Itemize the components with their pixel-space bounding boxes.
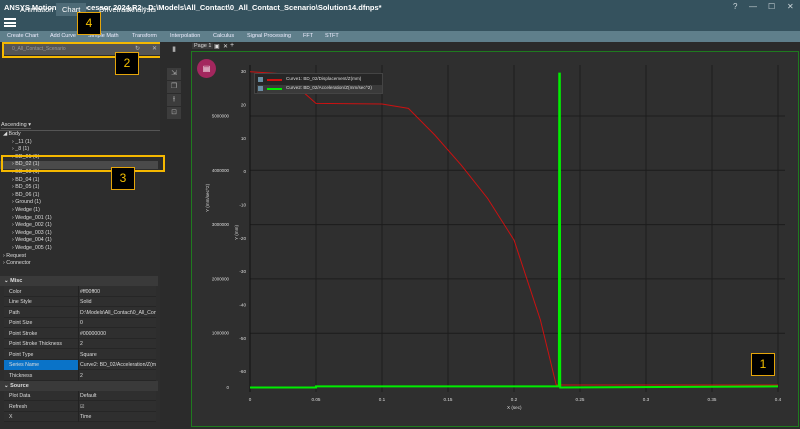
document-icon[interactable]: ▤: [197, 59, 216, 78]
legend-label: Curve2: BD_02/Acceleration/Z(mm/sec^2): [286, 85, 372, 90]
y-acc-tick-label: 3000000: [212, 222, 230, 227]
highlight-box-3: [1, 155, 165, 172]
y-mm-tick-label: -20: [239, 236, 246, 241]
callout-2: 2: [115, 52, 139, 75]
legend-checkbox[interactable]: [258, 77, 263, 82]
y-mm-tick-label: -40: [239, 303, 246, 308]
y-mm-tick-label: -60: [239, 369, 246, 374]
legend-swatch: [267, 88, 282, 90]
y-mm-tick-label: 0: [243, 169, 246, 174]
callout-3: 3: [111, 167, 135, 190]
legend-label: Curve1: BD_02/Displacement/Z(mm): [286, 76, 362, 81]
y-mm-tick-label: 10: [241, 136, 247, 141]
y-acc-tick-label: 0: [227, 385, 230, 390]
x-tick-label: 0.2: [511, 397, 518, 402]
y-acc-tick-label: 5000000: [212, 114, 230, 119]
legend-swatch: [267, 79, 282, 81]
y-axis-label-acc: Y (mm/sec^2): [205, 183, 210, 212]
x-tick-label: 0.05: [312, 397, 321, 402]
y-mm-tick-label: -30: [239, 269, 246, 274]
legend-item-curve2[interactable]: Curve2: BD_02/Acceleration/Z(mm/sec^2): [257, 85, 382, 93]
callout-1: 1: [751, 353, 775, 376]
x-tick-label: 0.4: [775, 397, 782, 402]
y-mm-tick-label: -10: [239, 203, 246, 208]
y-axis-label-mm: Y (mm): [234, 225, 239, 240]
x-tick-label: 0: [249, 397, 252, 402]
legend-checkbox[interactable]: [258, 86, 263, 91]
y-acc-tick-label: 4000000: [212, 168, 230, 173]
y-mm-tick-label: 20: [241, 103, 247, 108]
callout-4: 4: [77, 12, 101, 35]
y-acc-tick-label: 1000000: [212, 331, 230, 336]
x-axis-label: X (sec): [507, 405, 522, 410]
y-mm-tick-label: 30: [241, 69, 247, 74]
x-tick-label: 0.25: [576, 397, 585, 402]
y-acc-tick-label: 2000000: [212, 276, 230, 281]
y-mm-tick-label: -50: [239, 336, 246, 341]
legend: Curve1: BD_02/Displacement/Z(mm) Curve2:…: [254, 73, 383, 94]
legend-item-curve1[interactable]: Curve1: BD_02/Displacement/Z(mm): [257, 76, 382, 84]
x-tick-label: 0.3: [643, 397, 650, 402]
x-tick-label: 0.35: [708, 397, 717, 402]
x-tick-label: 0.15: [444, 397, 453, 402]
x-tick-label: 0.1: [379, 397, 386, 402]
